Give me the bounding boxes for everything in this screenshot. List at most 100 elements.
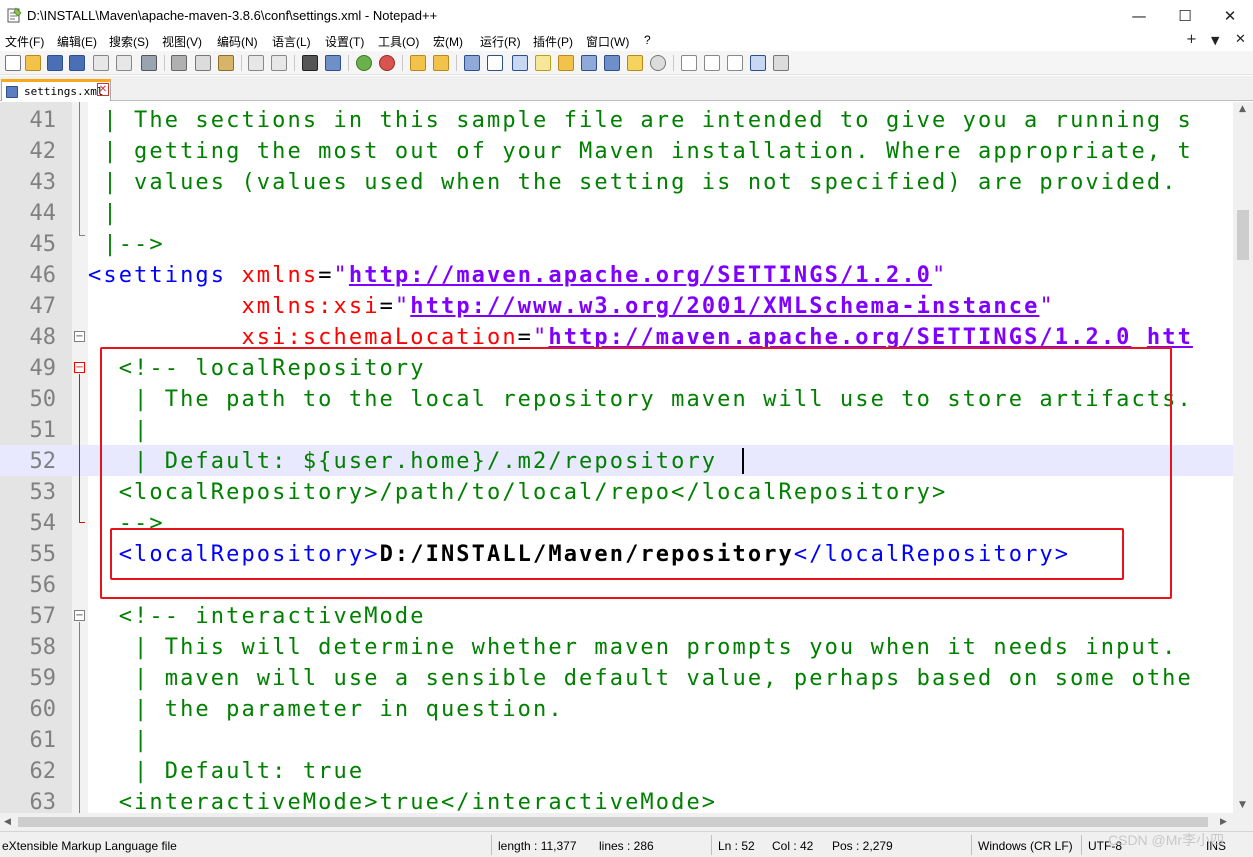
code-token: | [88, 728, 150, 753]
record-macro-icon[interactable] [681, 55, 697, 71]
scroll-up-icon[interactable]: ▲ [1239, 104, 1246, 114]
word-wrap-icon[interactable] [464, 55, 480, 71]
code-token: " [394, 294, 411, 319]
line-number: 55 [29, 542, 57, 567]
menu-language[interactable]: 语言(L) [272, 33, 311, 50]
find-icon[interactable] [302, 55, 318, 71]
code-token: " [932, 263, 948, 288]
save-all-icon[interactable] [69, 55, 85, 71]
fold-end-marker [79, 235, 85, 236]
fold-end-marker [79, 522, 85, 523]
line-number: 46 [29, 263, 57, 288]
code-line[interactable]: 58 | This will determine whether maven p… [0, 631, 1233, 662]
play-macro-icon[interactable] [727, 55, 743, 71]
code-line[interactable]: 47 xmlns:xsi="http://www.w3.org/2001/XML… [0, 290, 1233, 321]
menu-view[interactable]: 视图(V) [162, 33, 202, 50]
menu-file[interactable]: 文件(F) [5, 33, 44, 50]
code-line[interactable]: 41 | The sections in this sample file ar… [0, 104, 1233, 135]
tab-list-button[interactable]: ▼ [1211, 34, 1219, 47]
title-bar: D:\INSTALL\Maven\apache-maven-3.8.6\conf… [0, 0, 1253, 31]
code-line[interactable]: 63 <interactiveMode>true</interactiveMod… [0, 786, 1233, 813]
run-macro-multiple-icon[interactable] [750, 55, 766, 71]
menu-search[interactable]: 搜索(S) [109, 33, 149, 50]
line-number: 52 [29, 449, 57, 474]
user-defined-lang-icon[interactable] [535, 55, 551, 71]
code-token: = [379, 294, 395, 319]
close-file-icon[interactable] [93, 55, 109, 71]
menu-settings[interactable]: 设置(T) [325, 33, 364, 50]
line-number: 45 [29, 232, 57, 257]
code-line[interactable]: 45 |--> [0, 228, 1233, 259]
monitoring-icon[interactable] [650, 55, 666, 71]
close-doc-button[interactable]: ✕ [1235, 32, 1246, 47]
zoom-in-icon[interactable] [356, 55, 372, 71]
scroll-right-icon[interactable]: ▶ [1220, 817, 1227, 827]
folder-workspace-icon[interactable] [627, 55, 643, 71]
menu-tools[interactable]: 工具(O) [378, 33, 419, 50]
minimize-button[interactable]: — [1116, 0, 1162, 31]
vertical-scrollbar[interactable]: ▲ ▼ [1233, 102, 1253, 813]
code-line[interactable]: 61 | [0, 724, 1233, 755]
copy-icon[interactable] [195, 55, 211, 71]
menu-encoding[interactable]: 编码(N) [217, 33, 258, 50]
stop-macro-icon[interactable] [704, 55, 720, 71]
line-number: 59 [29, 666, 57, 691]
menu-window[interactable]: 窗口(W) [586, 33, 629, 50]
maximize-icon: ☐ [1178, 6, 1192, 25]
doc-list-icon[interactable] [581, 55, 597, 71]
close-button[interactable]: ✕ [1207, 0, 1253, 31]
code-line[interactable]: 44 | [0, 197, 1233, 228]
fold-toggle-icon[interactable]: − [74, 362, 85, 373]
status-eol[interactable]: Windows (CR LF) [978, 839, 1073, 853]
doc-map-icon[interactable] [558, 55, 574, 71]
vertical-scroll-thumb[interactable] [1237, 210, 1249, 260]
close-all-icon[interactable] [116, 55, 132, 71]
paste-icon[interactable] [218, 55, 234, 71]
save-icon[interactable] [47, 55, 63, 71]
redo-icon[interactable] [271, 55, 287, 71]
function-list-icon[interactable] [604, 55, 620, 71]
indent-guide-icon[interactable] [512, 55, 528, 71]
sync-horizontal-icon[interactable] [433, 55, 449, 71]
menu-plugins[interactable]: 插件(P) [533, 33, 573, 50]
code-token: " [1039, 294, 1055, 319]
line-number: 47 [29, 294, 57, 319]
menu-macro[interactable]: 宏(M) [433, 33, 463, 50]
open-file-icon[interactable] [25, 55, 41, 71]
code-line[interactable]: 62 | Default: true [0, 755, 1233, 786]
new-tab-button[interactable]: + [1186, 32, 1197, 47]
scroll-down-icon[interactable]: ▼ [1239, 800, 1246, 810]
maximize-button[interactable]: ☐ [1162, 0, 1208, 31]
horizontal-scrollbar[interactable]: ◀ ▶ [0, 813, 1233, 831]
show-all-chars-icon[interactable] [487, 55, 503, 71]
line-number: 43 [29, 170, 57, 195]
tab-close-icon[interactable]: ✕ [97, 83, 109, 96]
code-line[interactable]: 59 | maven will use a sensible default v… [0, 662, 1233, 693]
sync-vertical-icon[interactable] [410, 55, 426, 71]
menu-run[interactable]: 运行(R) [480, 33, 521, 50]
menu-help[interactable]: ? [644, 33, 651, 47]
replace-icon[interactable] [325, 55, 341, 71]
code-line[interactable]: 46 <settings xmlns="http://maven.apache.o… [0, 259, 1233, 290]
code-line[interactable]: 60 | the parameter in question. [0, 693, 1233, 724]
fold-toggle-icon[interactable]: − [74, 610, 85, 621]
scroll-left-icon[interactable]: ◀ [4, 817, 11, 827]
print-icon[interactable] [141, 55, 157, 71]
undo-icon[interactable] [248, 55, 264, 71]
save-macro-icon[interactable] [773, 55, 789, 71]
line-number: 56 [29, 573, 57, 598]
fold-line [79, 622, 80, 813]
line-number: 58 [29, 635, 57, 660]
fold-toggle-icon[interactable]: − [74, 331, 85, 342]
code-line[interactable]: 57 <!-- interactiveMode [0, 600, 1233, 631]
horizontal-scroll-thumb[interactable] [18, 817, 1208, 827]
code-line[interactable]: 42 | getting the most out of your Maven … [0, 135, 1233, 166]
code-line[interactable]: 43 | values (values used when the settin… [0, 166, 1233, 197]
zoom-out-icon[interactable] [379, 55, 395, 71]
cut-icon[interactable] [171, 55, 187, 71]
menu-edit[interactable]: 编辑(E) [57, 33, 97, 50]
line-number: 54 [29, 511, 57, 536]
new-file-icon[interactable] [5, 55, 21, 71]
tab-settings-xml[interactable]: settings.xml ✕ [1, 79, 111, 101]
